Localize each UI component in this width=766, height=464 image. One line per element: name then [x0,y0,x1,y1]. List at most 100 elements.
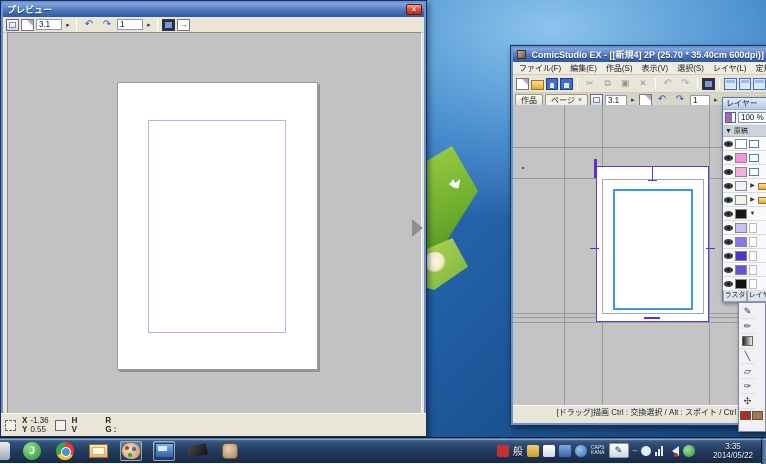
taskbar-chrome-icon[interactable] [54,441,76,461]
zoom-menu-arrow-icon[interactable]: ▸ [629,96,637,104]
expander-icon[interactable]: ▶ [749,196,756,203]
eye-icon[interactable] [724,197,733,203]
taskbar-pouch-app-icon[interactable] [219,441,241,461]
panel-toggle-icon[interactable] [724,78,737,90]
export-icon[interactable] [177,19,190,31]
rotate-right-button[interactable]: ↷ [99,18,115,31]
rotate-left-button[interactable]: ↶ [81,18,97,31]
copy-icon[interactable]: ⧉ [600,77,616,90]
panel-toggle-icon[interactable] [753,78,766,90]
eye-icon[interactable] [724,225,733,231]
paste-icon[interactable]: ▣ [617,77,633,90]
layer-row[interactable] [723,277,766,291]
cut-icon[interactable]: ✂ [582,77,598,90]
layer-row[interactable] [723,151,766,165]
tray-globe-icon[interactable] [575,445,587,457]
menu-file[interactable]: ファイル(F) [519,63,561,74]
tab-layer[interactable]: レイヤ [747,291,766,302]
new-page-icon[interactable] [516,78,529,90]
taskbar-paint-app-icon[interactable] [120,441,142,461]
layer-row[interactable] [723,235,766,249]
rotate-angle-input[interactable]: 1 [690,95,710,106]
menu-view[interactable]: 表示(V) [642,63,669,74]
eraser-tool-icon[interactable]: ▱ [740,364,755,379]
redo-icon[interactable]: ↷ [677,77,693,90]
close-button[interactable]: × [406,4,422,15]
save-all-icon[interactable] [560,78,573,90]
zoom-menu-arrow-icon[interactable]: ▸ [64,21,72,29]
zoom-input[interactable]: 3.1 [605,95,627,106]
eye-icon[interactable] [724,141,733,147]
show-desktop-button[interactable] [761,438,766,464]
layer-row[interactable]: ▶ [723,179,766,193]
next-page-arrow-icon[interactable] [412,219,423,237]
brush-tool-icon[interactable]: ✑ [740,379,755,394]
save-icon[interactable] [546,78,559,90]
hand-tool-icon[interactable]: ✣ [740,394,755,409]
undo-icon[interactable]: ↶ [660,77,676,90]
layer-row[interactable] [723,165,766,179]
zoom-input[interactable]: 3.1 [36,19,62,30]
ime-mode-indicator[interactable]: 般 [513,443,523,458]
tray-pen-icon[interactable] [543,445,555,457]
rotate-menu-arrow-icon[interactable]: ▸ [145,21,153,29]
menu-edit[interactable]: 編集(E) [570,63,597,74]
rotate-angle-input[interactable]: 1 [117,19,143,30]
selection-handle[interactable] [594,159,597,178]
open-icon[interactable] [531,80,544,90]
delete-icon[interactable]: ✕ [635,77,651,90]
eye-icon[interactable] [724,239,733,245]
pencil-tool-icon[interactable]: ✏ [740,319,755,334]
actual-size-icon[interactable] [21,19,34,31]
layer-row[interactable]: ▼ [723,207,766,221]
layer-row[interactable] [723,221,766,235]
tablet-settings-button[interactable]: ✎ [609,443,629,458]
layer-row[interactable] [723,137,766,151]
tray-app-icon[interactable] [527,445,539,457]
expander-icon[interactable]: ▶ [749,182,756,189]
pen-tool-icon[interactable]: ✎ [740,304,755,319]
eye-icon[interactable] [724,183,733,189]
fit-window-icon[interactable] [6,19,19,31]
network-status-icon[interactable] [655,446,663,456]
tray-clock-icon[interactable] [641,446,651,456]
expander-icon[interactable]: ▼ [749,211,756,217]
monitor-preview-icon[interactable] [162,19,175,31]
taskbar-device-app-icon[interactable] [186,441,208,461]
preview-canvas[interactable] [7,32,422,415]
foreground-color-swatch[interactable] [740,411,751,420]
eye-icon[interactable] [724,169,733,175]
taskbar-j-app-icon[interactable]: J [21,441,43,461]
comic-page[interactable] [596,166,709,322]
eye-icon[interactable] [724,267,733,273]
print-icon[interactable] [702,78,715,90]
preview-titlebar[interactable]: プレビュー × [3,3,424,17]
tray-app-icon[interactable] [559,445,571,457]
menu-layer[interactable]: レイヤ(L) [713,63,747,74]
panel-toggle-icon[interactable] [739,78,752,90]
background-color-swatch[interactable] [752,411,763,420]
layer-row[interactable]: ▶ [723,193,766,207]
rotate-menu-arrow-icon[interactable]: ▸ [712,96,720,104]
taskbar-display-app-icon[interactable] [153,441,175,461]
taskbar-mail-app-icon[interactable] [87,441,109,461]
layer-row[interactable] [723,249,766,263]
menu-ruler[interactable]: 定規(R) [755,63,766,74]
tab-raster[interactable]: ラスタ [723,291,747,302]
taskbar-edge-app-icon[interactable] [0,442,10,460]
layer-row[interactable] [723,263,766,277]
comic-titlebar[interactable]: ComicStudio EX - [[新規4] 2P (25.70 * 35.4… [513,48,766,62]
eye-icon[interactable] [724,211,733,217]
clock[interactable]: 3:35 2014/05/22 [713,442,753,460]
tray-antivirus-icon[interactable] [683,445,695,457]
gradient-tool-icon[interactable] [740,334,755,349]
volume-icon[interactable] [667,446,679,456]
eye-icon[interactable] [724,155,733,161]
layers-palette-titlebar[interactable]: レイヤー [723,98,766,110]
line-tool-icon[interactable]: ╲ [740,349,755,364]
opacity-input[interactable]: 100 % [738,112,766,123]
eye-icon[interactable] [724,253,733,259]
layers-group-header[interactable]: ▼ 原稿 [723,126,766,137]
tray-security-icon[interactable] [497,445,509,457]
menu-select[interactable]: 選択(S) [677,63,704,74]
